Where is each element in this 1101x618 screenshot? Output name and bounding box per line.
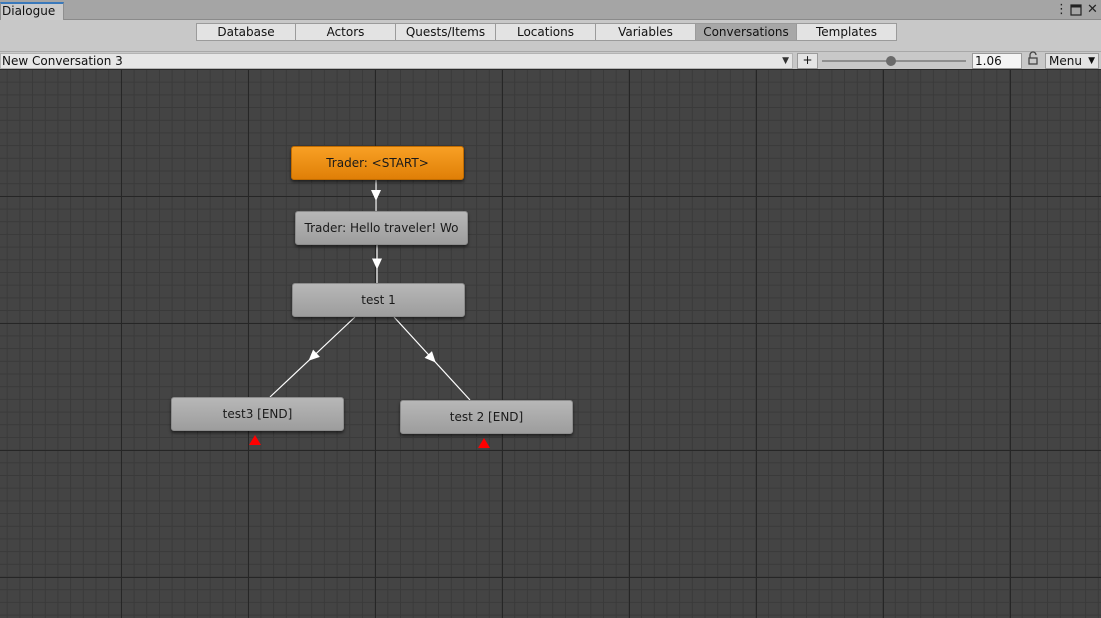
editor-toolbar: Database Actors Quests/Items Locations V… bbox=[0, 20, 1101, 52]
tab-variables[interactable]: Variables bbox=[595, 23, 696, 41]
section-tabs: Database Actors Quests/Items Locations V… bbox=[196, 23, 897, 41]
menu-button[interactable]: Menu ▼ bbox=[1045, 53, 1099, 69]
conversation-dropdown-value: New Conversation 3 bbox=[2, 54, 123, 68]
node-test-1[interactable]: test 1 bbox=[292, 283, 465, 317]
more-options-icon[interactable]: ⋮ bbox=[1055, 2, 1068, 18]
chevron-down-icon: ▼ bbox=[782, 56, 789, 66]
window-tab-strip: Dialogue ⋮ ✕ bbox=[0, 0, 1101, 20]
lock-icon[interactable] bbox=[1027, 51, 1039, 67]
conversation-dropdown[interactable]: New Conversation 3 ▼ bbox=[0, 53, 793, 69]
zoom-field[interactable]: 1.06 bbox=[972, 53, 1022, 69]
node-start[interactable]: Trader: <START> bbox=[291, 146, 464, 180]
add-conversation-button[interactable]: + bbox=[797, 53, 818, 69]
zoom-slider-thumb[interactable] bbox=[886, 56, 897, 66]
tab-templates[interactable]: Templates bbox=[796, 23, 897, 41]
end-marker-icon bbox=[478, 438, 490, 448]
tab-quests-items[interactable]: Quests/Items bbox=[395, 23, 496, 41]
tab-locations[interactable]: Locations bbox=[495, 23, 596, 41]
node-hello-traveler[interactable]: Trader: Hello traveler! Wo bbox=[295, 211, 468, 245]
window-tab-dialogue[interactable]: Dialogue bbox=[0, 2, 64, 20]
link-arrow-icon bbox=[372, 258, 382, 270]
chevron-down-icon: ▼ bbox=[1088, 56, 1095, 66]
graph-canvas[interactable]: Trader: <START> Trader: Hello traveler! … bbox=[0, 70, 1101, 618]
tab-actors[interactable]: Actors bbox=[295, 23, 396, 41]
menu-button-label: Menu bbox=[1049, 54, 1082, 68]
end-marker-icon bbox=[249, 435, 261, 445]
node-test3-end[interactable]: test3 [END] bbox=[171, 397, 344, 431]
tab-database[interactable]: Database bbox=[196, 23, 296, 41]
close-icon[interactable]: ✕ bbox=[1087, 2, 1098, 18]
link-arrow-icon bbox=[371, 190, 381, 201]
conversation-bar: New Conversation 3 ▼ + 1.06 Menu ▼ bbox=[0, 51, 1101, 70]
tab-conversations[interactable]: Conversations bbox=[695, 23, 797, 41]
link-layer bbox=[269, 180, 471, 401]
maximize-icon[interactable] bbox=[1070, 2, 1082, 21]
node-test2-end[interactable]: test 2 [END] bbox=[400, 400, 573, 434]
